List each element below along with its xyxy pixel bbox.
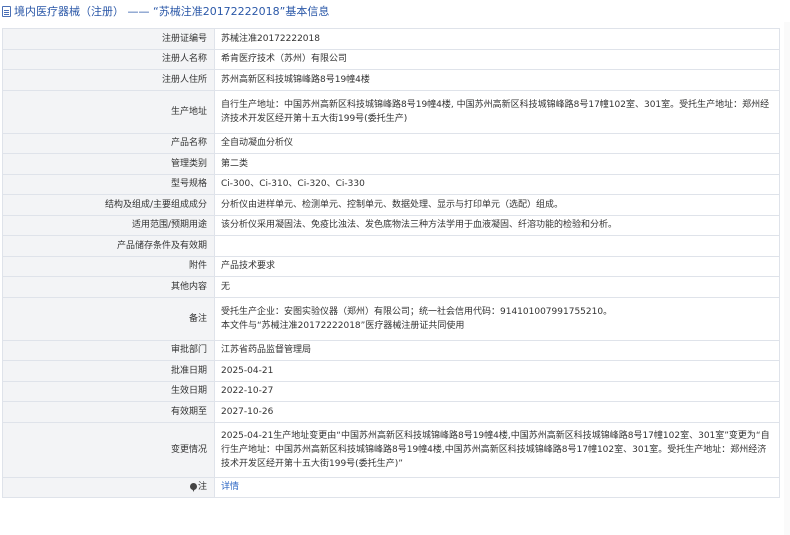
page-title: 境内医疗器械（注册） —— “苏械注准20172222018”基本信息 (14, 5, 330, 18)
pin-icon (189, 483, 197, 490)
row-label: 管理类别 (2, 153, 215, 175)
row-value: 无 (214, 276, 780, 298)
row-label: 备注 (2, 296, 215, 341)
row-label: 结构及组成/主要组成成分 (2, 194, 215, 216)
row-value: 2025-04-21 (214, 360, 780, 382)
row-label: 型号规格 (2, 173, 215, 195)
table-row: 其他内容 无 (2, 276, 780, 298)
table-row: 备注 受托生产企业：安图实验仪器（郑州）有限公司；统一社会信用代码：914101… (2, 296, 780, 341)
row-label: 审批部门 (2, 339, 215, 361)
row-value (214, 235, 780, 257)
row-value: 2022-10-27 (214, 380, 780, 402)
table-row: 审批部门 江苏省药品监督管理局 (2, 339, 780, 361)
details-link[interactable]: 详情 (221, 482, 239, 492)
table-row: 适用范围/预期用途 该分析仪采用凝固法、免疫比浊法、发色底物法三种方法学用于血液… (2, 214, 780, 236)
scrollbar[interactable] (784, 22, 790, 535)
row-label: 变更情况 (2, 421, 215, 478)
row-label: 有效期至 (2, 401, 215, 423)
row-value: 苏械注准20172222018 (214, 28, 780, 50)
row-label: 适用范围/预期用途 (2, 214, 215, 236)
row-label: 生产地址 (2, 89, 215, 134)
note-label: 注 (189, 480, 207, 494)
table-row: 注册证编号 苏械注准20172222018 (2, 28, 780, 50)
row-value: 详情 (214, 476, 780, 498)
table-row: 结构及组成/主要组成成分 分析仪由进样单元、检测单元、控制单元、数据处理、显示与… (2, 194, 780, 216)
row-value: 受托生产企业：安图实验仪器（郑州）有限公司；统一社会信用代码：914101007… (214, 296, 780, 341)
row-value: 分析仪由进样单元、检测单元、控制单元、数据处理、显示与打印单元（选配）组成。 (214, 194, 780, 216)
remark-line: 本文件与“苏械注准20172222018”医疗器械注册证共同使用 (221, 320, 465, 331)
row-label: 注册人住所 (2, 69, 215, 91)
row-value: Ci-300、Ci-310、Ci-320、Ci-330 (214, 173, 780, 195)
row-value: 2027-10-26 (214, 401, 780, 423)
page-header: 境内医疗器械（注册） —— “苏械注准20172222018”基本信息 (0, 0, 790, 22)
row-label: 产品名称 (2, 132, 215, 154)
row-label: 注册人名称 (2, 48, 215, 70)
table-row: 型号规格 Ci-300、Ci-310、Ci-320、Ci-330 (2, 173, 780, 195)
row-label: 注 (197, 481, 207, 492)
table-row: 产品名称 全自动凝血分析仪 (2, 132, 780, 154)
doc-icon (2, 5, 11, 17)
row-label: 生效日期 (2, 380, 215, 402)
row-label: 批准日期 (2, 360, 215, 382)
table-row: 管理类别 第二类 (2, 153, 780, 175)
table-row: 附件 产品技术要求 (2, 255, 780, 277)
row-label: 附件 (2, 255, 215, 277)
row-value: 江苏省药品监督管理局 (214, 339, 780, 361)
row-value: 苏州高新区科技城锦峰路8号19幢4楼 (214, 69, 780, 91)
row-value: 该分析仪采用凝固法、免疫比浊法、发色底物法三种方法学用于血液凝固、纤溶功能的检验… (214, 214, 780, 236)
row-value: 第二类 (214, 153, 780, 175)
table-row: 注册人名称 希肯医疗技术（苏州）有限公司 (2, 48, 780, 70)
table-row: 有效期至 2027-10-26 (2, 401, 780, 423)
row-value: 产品技术要求 (214, 255, 780, 277)
table-row: 注册人住所 苏州高新区科技城锦峰路8号19幢4楼 (2, 69, 780, 91)
row-value: 2025-04-21生产地址变更由“中国苏州高新区科技城锦峰路8号19幢4楼,中… (214, 421, 780, 478)
row-value: 自行生产地址：中国苏州高新区科技城锦峰路8号19幢4楼, 中国苏州高新区科技城锦… (214, 89, 780, 134)
table-row: 注 详情 (2, 476, 780, 498)
table-row: 生产地址 自行生产地址：中国苏州高新区科技城锦峰路8号19幢4楼, 中国苏州高新… (2, 89, 780, 134)
row-value: 希肯医疗技术（苏州）有限公司 (214, 48, 780, 70)
row-value: 全自动凝血分析仪 (214, 132, 780, 154)
remark-line: 受托生产企业：安图实验仪器（郑州）有限公司；统一社会信用代码：914101007… (221, 306, 613, 317)
table-row: 批准日期 2025-04-21 (2, 360, 780, 382)
table-row: 生效日期 2022-10-27 (2, 380, 780, 402)
row-label: 产品储存条件及有效期 (2, 235, 215, 257)
row-label: 其他内容 (2, 276, 215, 298)
note-label-cell: 注 (2, 476, 215, 498)
table-row: 变更情况 2025-04-21生产地址变更由“中国苏州高新区科技城锦峰路8号19… (2, 421, 780, 478)
info-table: 注册证编号 苏械注准20172222018 注册人名称 希肯医疗技术（苏州）有限… (2, 28, 780, 498)
info-table-wrapper: 注册证编号 苏械注准20172222018 注册人名称 希肯医疗技术（苏州）有限… (2, 28, 780, 498)
table-row: 产品储存条件及有效期 (2, 235, 780, 257)
row-label: 注册证编号 (2, 28, 215, 50)
